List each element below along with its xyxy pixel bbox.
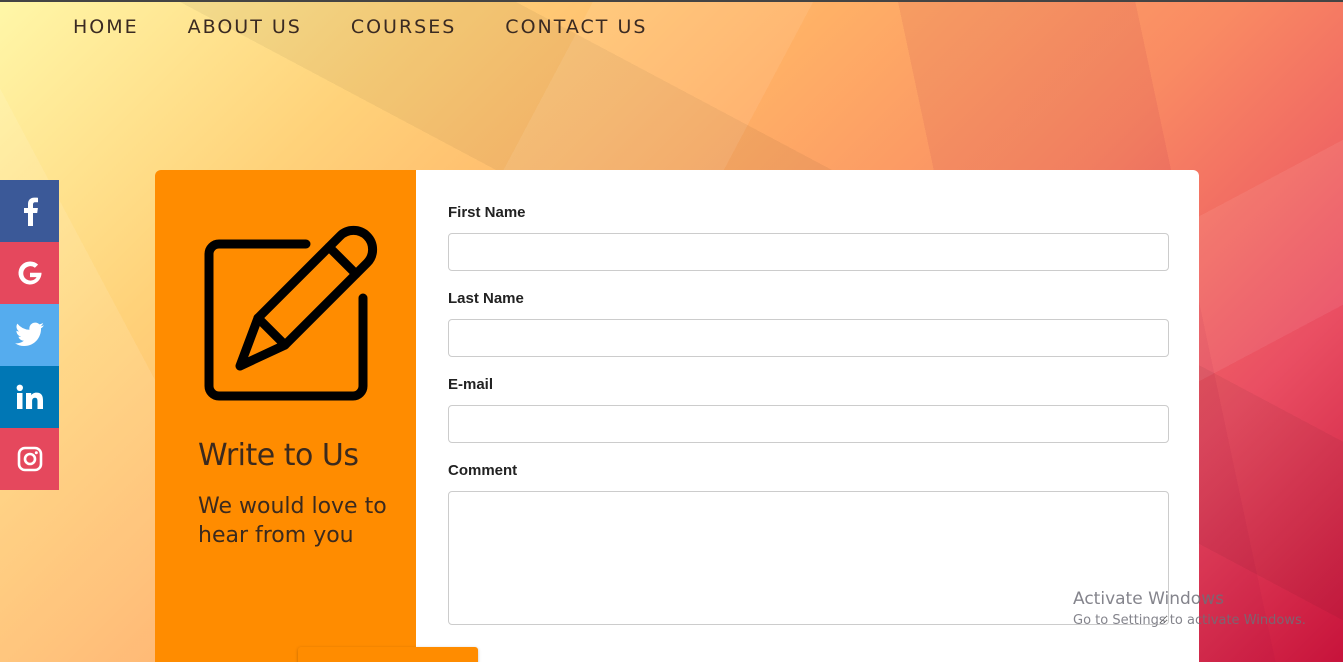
contact-card: Write to Us We would love to hear from y… <box>155 170 1199 662</box>
first-name-label: First Name <box>448 204 526 221</box>
card-subtitle: We would love to hear from you <box>198 494 387 548</box>
facebook-icon <box>23 197 38 226</box>
submit-button[interactable] <box>298 647 478 662</box>
edit-pencil-icon <box>204 225 378 401</box>
last-name-label: Last Name <box>448 290 524 307</box>
nav-about-us[interactable]: ABOUT US <box>188 16 302 38</box>
card-title: Write to Us <box>198 438 359 473</box>
twitter-button[interactable] <box>0 304 59 366</box>
first-name-input[interactable] <box>448 233 1169 271</box>
nav-home[interactable]: HOME <box>73 16 139 38</box>
email-label: E-mail <box>448 376 494 393</box>
instagram-icon <box>17 446 42 472</box>
google-icon <box>17 261 41 285</box>
contact-form: First Name Last Name E-mail Comment <box>416 170 1199 662</box>
comment-textarea[interactable] <box>448 491 1169 625</box>
nav-contact-us[interactable]: CONTACT US <box>505 16 647 38</box>
instagram-button[interactable] <box>0 428 59 490</box>
twitter-icon <box>14 322 44 346</box>
facebook-button[interactable] <box>0 180 59 242</box>
linkedin-button[interactable] <box>0 366 59 428</box>
nav-courses[interactable]: COURSES <box>351 16 456 38</box>
card-intro-panel: Write to Us We would love to hear from y… <box>155 170 416 662</box>
social-sidebar <box>0 180 59 490</box>
google-button[interactable] <box>0 242 59 304</box>
last-name-input[interactable] <box>448 319 1169 357</box>
linkedin-icon <box>16 384 43 409</box>
comment-label: Comment <box>448 462 518 479</box>
email-input[interactable] <box>448 405 1169 443</box>
top-nav: HOME ABOUT US COURSES CONTACT US <box>73 16 696 38</box>
